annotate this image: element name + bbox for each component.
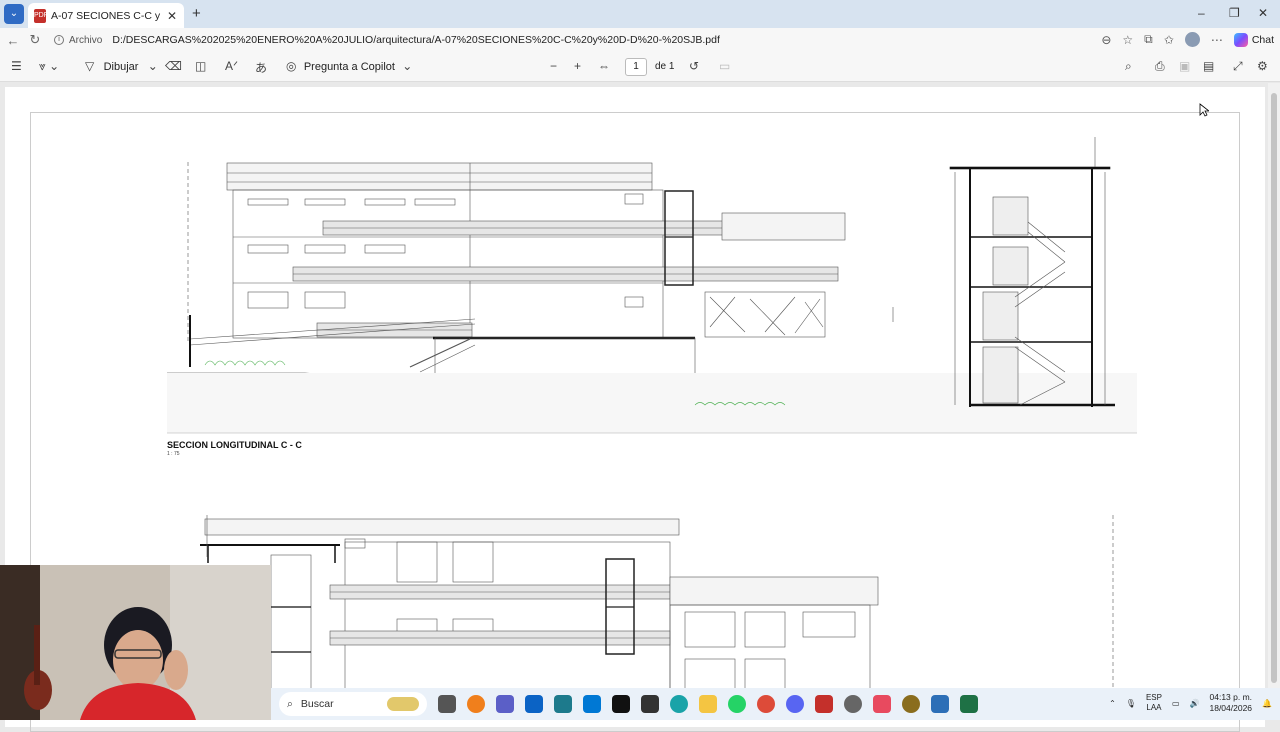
taskbar: ⌕ Buscar ⌃ 🎙 ESP LAA ▭ 🔊 04:13 p. m. 18/… (271, 688, 1280, 720)
clock-date: 18/04/2026 (1209, 703, 1253, 713)
add-tab-icon[interactable]: + (192, 5, 201, 22)
address-bar: ← ↻ i Archivo D:/DESCARGAS%202025%20ENER… (0, 28, 1280, 52)
teams-icon[interactable] (496, 695, 514, 713)
read-aloud-icon[interactable]: Aᐟ (225, 59, 238, 73)
back-icon[interactable]: ← (2, 33, 24, 48)
word-icon[interactable] (931, 695, 949, 713)
volume-icon[interactable]: 🔊 (1190, 699, 1200, 708)
info-icon: i (54, 35, 64, 45)
tiktok-icon[interactable] (612, 695, 630, 713)
star-icon[interactable]: ☆ (1122, 33, 1133, 47)
chevron-down-icon: ⌄ (147, 59, 158, 73)
search-icon: ⌕ (287, 697, 293, 710)
app-icon-5[interactable] (902, 695, 920, 713)
tab-title: A-07 SECIONES C-C y D-D - SJB.pdf (51, 9, 161, 22)
more-icon[interactable]: ⋯ (1211, 33, 1223, 47)
app-icon-4[interactable] (873, 695, 891, 713)
clock[interactable]: 04:13 p. m. 18/04/2026 (1209, 692, 1252, 714)
search-icon[interactable]: ⌕ (1125, 59, 1132, 74)
webcam-person-image (0, 565, 271, 720)
tab-bar: ⌄ PDF A-07 SECIONES C-C y D-D - SJB.pdf … (0, 0, 1280, 28)
chat-label: Chat (1251, 33, 1274, 46)
copilot-icon (1233, 32, 1248, 47)
chevron-up-icon[interactable]: ⌃ (1109, 699, 1116, 708)
vertical-scrollbar[interactable] (1268, 83, 1280, 720)
profile-avatar[interactable] (1184, 32, 1200, 47)
chrome-icon[interactable] (757, 695, 775, 713)
outlook-icon[interactable] (583, 695, 601, 713)
search-placeholder: Buscar (300, 698, 334, 710)
mouse-cursor-icon (1199, 103, 1209, 117)
store-icon[interactable] (525, 695, 543, 713)
fullscreen-icon[interactable]: ⤢ (1233, 59, 1243, 74)
mic-icon[interactable]: 🎙 (1126, 699, 1136, 708)
app-icon[interactable] (554, 695, 572, 713)
erase-icon[interactable]: ⌫ (165, 59, 182, 73)
language-code: ESP (1145, 693, 1162, 702)
tab-actions-menu-icon[interactable]: ⌄ (4, 4, 24, 24)
maximize-icon[interactable]: ❐ (1229, 6, 1240, 20)
keyboard-layout: LAA (1146, 703, 1162, 712)
draw-icon: ▽ (85, 59, 95, 73)
zoom-out-icon[interactable]: ⊖ (1101, 33, 1111, 47)
webcam-overlay (0, 565, 271, 720)
address-label: Archivo (69, 34, 103, 46)
two-page-icon[interactable]: ▭ (719, 59, 730, 73)
file-explorer-icon[interactable] (699, 695, 717, 713)
scroll-thumb[interactable] (1271, 93, 1277, 683)
copilot-chat-button[interactable]: Chat (1233, 32, 1274, 47)
rotate-icon[interactable]: ↺ (689, 59, 699, 73)
notification-icon[interactable]: 🔔 (1262, 699, 1272, 708)
zoom-plus-icon[interactable]: + (574, 59, 581, 73)
excel-icon[interactable] (960, 695, 978, 713)
app-icon-2[interactable] (641, 695, 659, 713)
copilot-label: Pregunta a Copilot (303, 61, 395, 73)
tab-active-pdf[interactable]: PDF A-07 SECIONES C-C y D-D - SJB.pdf ✕ (28, 3, 184, 28)
print-icon[interactable]: ⎙ (1155, 59, 1165, 74)
system-tray: ⌃ 🎙 ESP LAA ▭ 🔊 04:13 p. m. 18/04/2026 🔔 (1109, 692, 1272, 714)
pdf-toolbar: ☰ ⩔ ⌄ ▽ Dibujar ⌄ ⌫ ◫ Aᐟ あ ◎ Pregunta a … (0, 52, 1280, 82)
extensions-icon[interactable]: ⧉ (1144, 32, 1153, 47)
settings-icon[interactable]: ⚙ (1257, 59, 1268, 73)
window-close-icon[interactable]: ✕ (1258, 6, 1268, 20)
page-total: de 1 (655, 61, 675, 72)
toc-icon[interactable]: ☰ (11, 59, 22, 73)
acrobat-icon[interactable] (815, 695, 833, 713)
url-input[interactable]: D:/DESCARGAS%202025%20ENERO%20A%20JULIO/… (112, 34, 720, 46)
ask-copilot-button[interactable]: ◎ Pregunta a Copilot ⌄ (286, 59, 412, 73)
highlight-icon[interactable]: ⩔ ⌄ (39, 59, 59, 74)
search-highlight-icon (387, 697, 419, 711)
view-icon[interactable]: ◫ (195, 59, 206, 73)
clock-time: 04:13 p. m. (1209, 692, 1253, 702)
edge-icon[interactable] (670, 695, 688, 713)
pdf-icon: PDF (34, 8, 48, 23)
chevron-down-icon: ⌄ (402, 59, 413, 73)
copilot-icon: ◎ (286, 59, 297, 73)
page-number-input[interactable]: 1 (625, 58, 647, 76)
firefox-icon[interactable] (467, 695, 485, 713)
favorites-icon[interactable]: ✩ (1164, 33, 1174, 47)
site-info[interactable]: i Archivo (54, 35, 102, 46)
save-as-icon[interactable]: ▤ (1203, 59, 1214, 73)
minimize-icon[interactable]: – (1198, 6, 1205, 20)
task-view-icon[interactable] (438, 695, 456, 713)
close-icon[interactable]: ✕ (166, 9, 178, 23)
section-title: SECCION LONGITUDINAL C - C (167, 440, 302, 450)
draw-label: Dibujar (103, 61, 139, 73)
taskbar-search[interactable]: ⌕ Buscar (279, 692, 427, 716)
section-scale: 1 : 75 (167, 451, 180, 457)
draw-button[interactable]: ▽ Dibujar ⌄ (85, 59, 158, 73)
zoom-minus-icon[interactable]: − (550, 59, 557, 73)
app-icon-3[interactable] (844, 695, 862, 713)
save-icon[interactable]: ▣ (1179, 59, 1190, 73)
network-icon[interactable]: ▭ (1172, 699, 1180, 708)
fit-icon[interactable]: ⇔ (598, 59, 610, 73)
refresh-icon[interactable]: ↻ (24, 32, 46, 48)
translate-icon[interactable]: あ (255, 59, 267, 76)
language-indicator[interactable]: ESP LAA (1146, 693, 1162, 713)
whatsapp-icon[interactable] (728, 695, 746, 713)
discord-icon[interactable] (786, 695, 804, 713)
